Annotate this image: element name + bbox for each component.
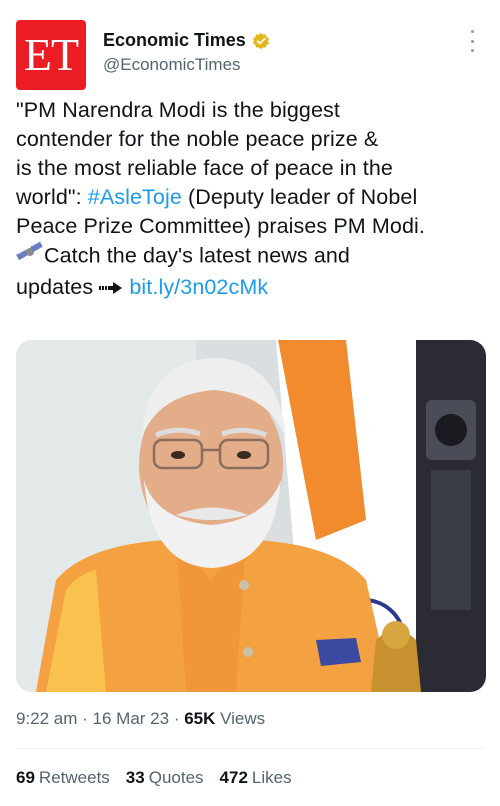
tweet-line: "PM Narendra Modi is the biggest	[16, 98, 340, 122]
quotes-count: 33	[125, 768, 145, 787]
avatar-logo-text: ET	[23, 29, 79, 80]
tweet-line: Catch the day's latest news and	[16, 240, 486, 273]
right-arrow-icon	[99, 274, 123, 303]
account-name-row: Economic Times	[103, 30, 270, 51]
likes-stat[interactable]: 472 Likes	[220, 768, 292, 788]
tweet-photo[interactable]	[16, 340, 486, 692]
retweets-count: 69	[16, 768, 35, 787]
tweet-date[interactable]: 16 Mar 23	[93, 709, 170, 728]
portrait-illustration	[16, 340, 486, 692]
satellite-emoji-icon	[16, 240, 44, 273]
retweets-label: Retweets	[38, 768, 110, 787]
tweet-text-segment: updates	[16, 275, 100, 299]
tweet: ET Economic Times @EconomicTimes "PM Nar…	[0, 0, 500, 806]
retweets-stat[interactable]: 69 Retweets	[16, 768, 110, 788]
tweet-text: "PM Narendra Modi is the biggest contend…	[16, 96, 486, 303]
tweet-line: Peace Prize Committee) praises PM Modi.	[16, 214, 425, 238]
tweet-meta: 9:22 am · 16 Mar 23 · 65K Views	[16, 709, 265, 729]
tweet-time[interactable]: 9:22 am	[16, 709, 77, 728]
divider	[16, 748, 484, 749]
more-options-icon[interactable]	[462, 30, 482, 52]
tweet-line: is the most reliable face of peace in th…	[16, 156, 393, 180]
likes-label: Likes	[251, 768, 292, 787]
views-count: 65K	[184, 709, 216, 728]
likes-count: 472	[219, 768, 248, 787]
meta-separator: ·	[169, 709, 185, 728]
quotes-stat[interactable]: 33 Quotes	[126, 768, 204, 788]
verified-badge-icon	[252, 32, 270, 50]
tweet-line: contender for the noble peace prize &	[16, 127, 379, 151]
tweet-line: world": #AsleToje (Deputy leader of Nobe…	[16, 183, 486, 212]
quotes-label: Quotes	[148, 768, 204, 787]
meta-separator: ·	[77, 709, 93, 728]
views-label: Views	[215, 709, 266, 728]
display-name[interactable]: Economic Times	[103, 30, 246, 51]
tweet-text-segment: (Deputy leader of Nobel	[181, 185, 418, 209]
hashtag-link[interactable]: #AsleToje	[88, 185, 182, 209]
tweet-text-segment: world":	[16, 185, 88, 209]
tweet-line: updates bit.ly/3n02cMk	[16, 273, 486, 303]
tweet-text-segment: Catch the day's latest news and	[44, 243, 350, 268]
avatar[interactable]: ET	[16, 20, 86, 90]
short-link[interactable]: bit.ly/3n02cMk	[129, 275, 268, 299]
account-handle[interactable]: @EconomicTimes	[103, 55, 241, 75]
engagement-stats: 69 Retweets 33 Quotes 472 Likes	[16, 768, 292, 788]
